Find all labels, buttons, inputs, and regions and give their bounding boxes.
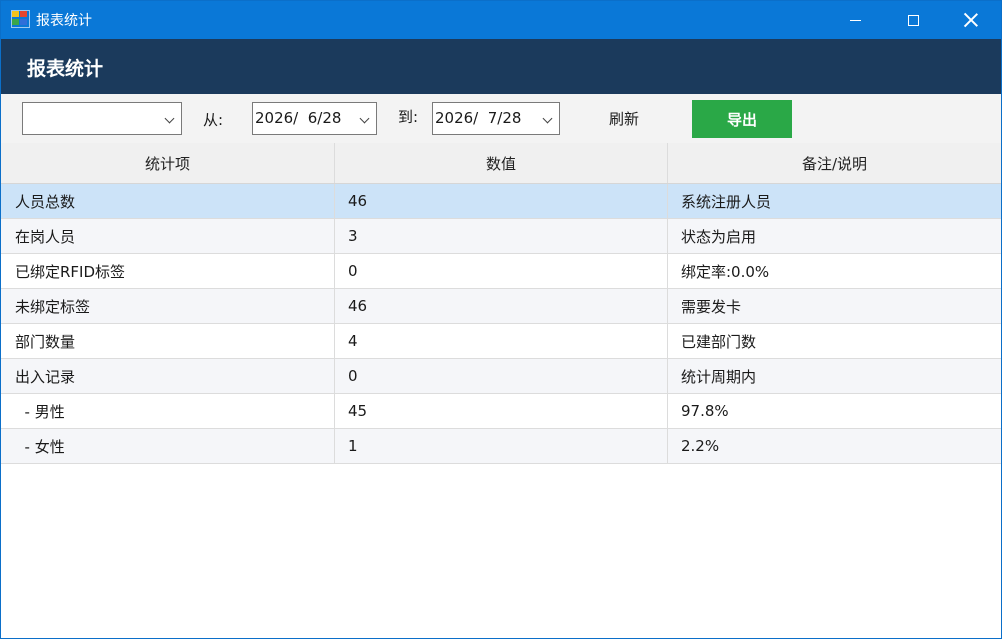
to-date-picker[interactable]: 2026/ 7/28 <box>432 102 560 135</box>
window-title: 报表统计 <box>36 13 92 29</box>
maximize-button[interactable] <box>884 1 942 39</box>
cell-item[interactable]: 已绑定RFID标签 <box>1 254 335 288</box>
cell-item[interactable]: - 女性 <box>1 429 335 463</box>
chevron-down-icon[interactable] <box>359 113 370 124</box>
cell-value[interactable]: 1 <box>335 429 668 463</box>
app-icon <box>11 10 30 28</box>
to-date-value: 2026/ 7/28 <box>435 109 522 127</box>
column-header-value[interactable]: 数值 <box>335 143 668 183</box>
title-bar[interactable]: 报表统计 <box>1 1 1001 39</box>
cell-item[interactable]: 部门数量 <box>1 324 335 358</box>
cell-value[interactable]: 46 <box>335 289 668 323</box>
close-icon <box>964 13 978 27</box>
chevron-down-icon[interactable] <box>164 113 175 124</box>
cell-note[interactable]: 97.8% <box>668 394 1001 428</box>
from-date-picker[interactable]: 2026/ 6/28 <box>252 102 377 135</box>
cell-note[interactable]: 统计周期内 <box>668 359 1001 393</box>
cell-value[interactable]: 3 <box>335 219 668 253</box>
cell-item[interactable]: - 男性 <box>1 394 335 428</box>
column-header-item[interactable]: 统计项 <box>1 143 335 183</box>
table-row[interactable]: 已绑定RFID标签 0 绑定率:0.0% <box>1 254 1001 289</box>
from-label: 从: <box>203 111 224 129</box>
chevron-down-icon[interactable] <box>542 113 553 124</box>
refresh-button[interactable]: 刷新 <box>609 108 639 129</box>
table-row[interactable]: 出入记录 0 统计周期内 <box>1 359 1001 394</box>
cell-item[interactable]: 在岗人员 <box>1 219 335 253</box>
cell-value[interactable]: 0 <box>335 359 668 393</box>
table-row[interactable]: 未绑定标签 46 需要发卡 <box>1 289 1001 324</box>
filter-toolbar: 从: 2026/ 6/28 到: 2026/ 7/28 刷新 导出 <box>1 94 1001 143</box>
cell-value[interactable]: 45 <box>335 394 668 428</box>
column-header-note[interactable]: 备注/说明 <box>668 143 1001 183</box>
cell-note[interactable]: 已建部门数 <box>668 324 1001 358</box>
cell-value[interactable]: 0 <box>335 254 668 288</box>
minimize-icon <box>849 19 861 21</box>
table-row[interactable]: 在岗人员 3 状态为启用 <box>1 219 1001 254</box>
cell-note[interactable]: 绑定率:0.0% <box>668 254 1001 288</box>
maximize-icon <box>907 14 919 26</box>
from-date-value: 2026/ 6/28 <box>255 109 342 127</box>
table-header: 统计项 数值 备注/说明 <box>1 143 1001 184</box>
cell-note[interactable]: 状态为启用 <box>668 219 1001 253</box>
cell-note[interactable]: 2.2% <box>668 429 1001 463</box>
table-row[interactable]: - 女性 1 2.2% <box>1 429 1001 464</box>
cell-item[interactable]: 未绑定标签 <box>1 289 335 323</box>
stats-table: 统计项 数值 备注/说明 人员总数 46 系统注册人员 在岗人员 3 状态为启用… <box>1 143 1001 464</box>
table-row[interactable]: - 男性 45 97.8% <box>1 394 1001 429</box>
header-banner: 报表统计 <box>1 39 1001 94</box>
report-window: 报表统计 报表统计 从: 2026/ 6/28 到: 2026/ 7/28 刷新… <box>0 0 1002 639</box>
stat-type-select[interactable] <box>22 102 182 135</box>
cell-note[interactable]: 系统注册人员 <box>668 184 1001 218</box>
cell-value[interactable]: 4 <box>335 324 668 358</box>
table-row[interactable]: 部门数量 4 已建部门数 <box>1 324 1001 359</box>
to-label: 到: <box>398 108 419 126</box>
cell-item[interactable]: 人员总数 <box>1 184 335 218</box>
export-button[interactable]: 导出 <box>692 100 792 138</box>
close-button[interactable] <box>942 1 1000 39</box>
cell-note[interactable]: 需要发卡 <box>668 289 1001 323</box>
cell-item[interactable]: 出入记录 <box>1 359 335 393</box>
table-row[interactable]: 人员总数 46 系统注册人员 <box>1 184 1001 219</box>
page-title: 报表统计 <box>27 58 104 80</box>
minimize-button[interactable] <box>826 1 884 39</box>
cell-value[interactable]: 46 <box>335 184 668 218</box>
